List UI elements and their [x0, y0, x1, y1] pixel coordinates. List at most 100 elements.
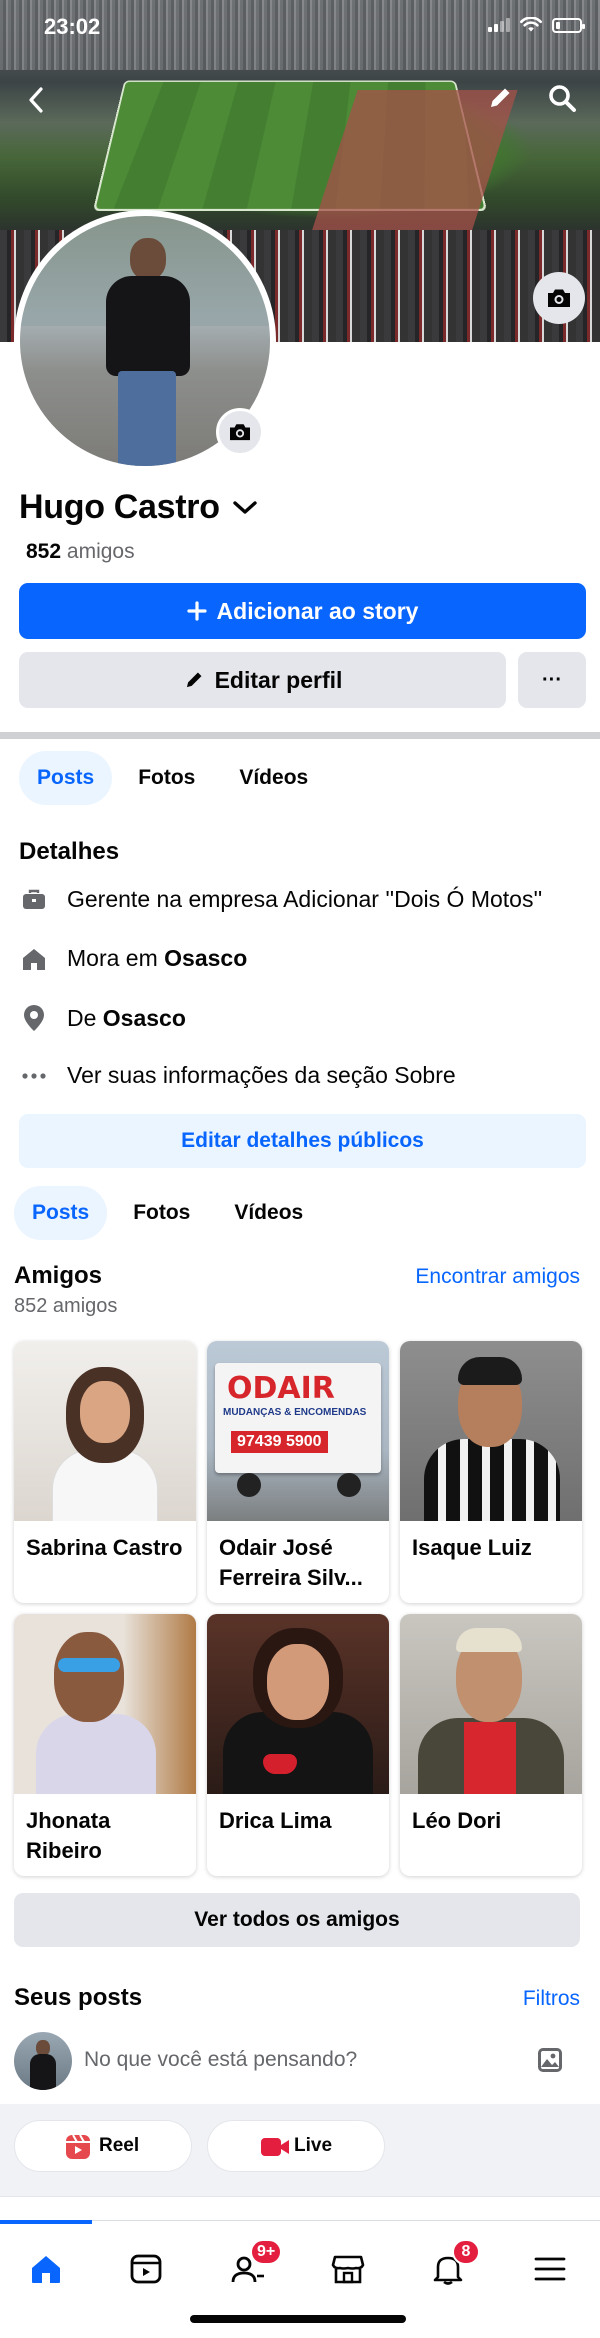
friend-card-jhonata[interactable]: Jhonata Ribeiro — [14, 1614, 196, 1876]
nav-home[interactable] — [16, 2245, 76, 2293]
friend-name: Sabrina Castro — [26, 1535, 183, 1560]
friends-badge: 9+ — [250, 2239, 283, 2265]
composer-avatar[interactable] — [14, 2032, 72, 2090]
friend-name: Odair José Ferreira Silv... — [219, 1535, 363, 1590]
chevron-down-icon — [233, 500, 257, 514]
detail-work-text: Gerente na empresa Adicionar ''Dois Ó Mo… — [67, 886, 543, 912]
live-button[interactable]: Live — [207, 2120, 385, 2172]
composer-input[interactable]: No que você está pensando? — [84, 2048, 357, 2072]
pencil-icon — [491, 88, 510, 107]
friend-photo — [14, 1614, 196, 1794]
house-icon — [19, 946, 49, 972]
live-video-icon — [261, 2138, 289, 2156]
notifications-badge: 8 — [452, 2239, 480, 2265]
detail-from-text: De Osasco — [67, 1004, 186, 1031]
chevron-left-icon — [29, 87, 43, 113]
status-bar: 23:02 — [0, 0, 600, 54]
friend-card-sabrina[interactable]: Sabrina Castro — [14, 1341, 196, 1603]
find-friends-link[interactable]: Encontrar amigos — [415, 1265, 580, 1289]
friend-photo — [14, 1341, 196, 1521]
tab-posts[interactable]: Posts — [19, 751, 113, 805]
reel-label: Reel — [99, 2135, 140, 2156]
tab-videos[interactable]: Vídeos — [221, 751, 326, 805]
reel-button[interactable]: Reel — [14, 2120, 192, 2172]
detail-lives-text: Mora em Osasco — [67, 945, 248, 971]
section-divider — [0, 732, 600, 739]
photo-icon[interactable] — [536, 2046, 564, 2079]
friends-title: Amigos — [14, 1262, 103, 1289]
ellipsis-icon — [19, 1072, 49, 1080]
edit-cover-button[interactable] — [478, 76, 522, 120]
pencil-icon — [186, 672, 202, 688]
tab-photos[interactable]: Fotos — [120, 751, 213, 805]
see-all-friends-button[interactable]: Ver todos os amigos — [14, 1893, 580, 1947]
friends-count-label: amigos — [66, 540, 135, 563]
details-title: Detalhes — [19, 838, 120, 865]
location-pin-icon — [19, 1004, 49, 1032]
nav-notifications[interactable]: 8 — [418, 2239, 480, 2293]
wifi-icon — [520, 17, 542, 32]
friend-card-leo[interactable]: Léo Dori — [400, 1614, 582, 1876]
detail-from: De Osasco — [19, 1004, 186, 1032]
search-button[interactable] — [540, 76, 584, 120]
friend-photo — [207, 1614, 389, 1794]
avatar-camera-button[interactable] — [216, 408, 264, 456]
detail-about-text: Ver suas informações da seção Sobre — [67, 1062, 456, 1088]
profile-name-row[interactable]: Hugo Castro — [19, 488, 258, 527]
marketplace-icon — [331, 2255, 365, 2284]
edit-public-details-button[interactable]: Editar detalhes públicos — [19, 1114, 586, 1168]
friend-card-drica[interactable]: Drica Lima — [207, 1614, 389, 1876]
camera-icon — [230, 424, 250, 441]
more-options-label: ··· — [542, 668, 562, 691]
detail-work: Gerente na empresa Adicionar ''Dois Ó Mo… — [19, 886, 542, 913]
signal-icon — [488, 18, 510, 32]
search-icon — [549, 85, 576, 112]
tab-videos[interactable]: Vídeos — [216, 1186, 321, 1240]
friend-card-isaque[interactable]: Isaque Luiz — [400, 1341, 582, 1603]
edit-profile-button[interactable]: Editar perfil — [19, 652, 506, 708]
friends-section-tabs: Posts Fotos Vídeos — [14, 1186, 321, 1240]
friend-photo: ODAIR MUDANÇAS & ENCOMENDAS 97439 5900 — [207, 1341, 389, 1521]
friend-card-odair[interactable]: ODAIR MUDANÇAS & ENCOMENDAS 97439 5900 O… — [207, 1341, 389, 1603]
reel-icon — [66, 2134, 90, 2159]
nav-menu[interactable] — [520, 2245, 580, 2293]
battery-icon — [552, 17, 585, 33]
friend-name: Jhonata Ribeiro — [26, 1808, 111, 1863]
filters-link[interactable]: Filtros — [523, 1987, 580, 2011]
friend-name: Léo Dori — [412, 1808, 502, 1833]
truck-sign: ODAIR — [227, 1371, 335, 1406]
profile-name: Hugo Castro — [19, 488, 220, 526]
your-posts-title: Seus posts — [14, 1984, 143, 2011]
nav-friends[interactable]: 9+ — [218, 2239, 283, 2293]
briefcase-icon — [19, 888, 49, 912]
cover-camera-button[interactable] — [533, 272, 585, 324]
profile-tabs: Posts Fotos Vídeos — [19, 751, 326, 805]
video-icon — [130, 2254, 162, 2284]
feed-peek — [0, 2196, 600, 2220]
tab-posts[interactable]: Posts — [14, 1186, 108, 1240]
friend-name: Drica Lima — [219, 1808, 332, 1833]
friend-name: Isaque Luiz — [412, 1535, 532, 1560]
camera-icon — [548, 289, 570, 307]
detail-lives: Mora em Osasco — [19, 945, 247, 972]
home-icon — [32, 2256, 60, 2283]
plus-icon — [186, 601, 207, 621]
tab-photos[interactable]: Fotos — [115, 1186, 208, 1240]
friends-count[interactable]: 852 amigos — [26, 540, 135, 564]
more-options-button[interactable]: ··· — [518, 652, 586, 708]
friend-photo — [400, 1614, 582, 1794]
edit-profile-label: Editar perfil — [214, 666, 343, 693]
status-icons — [488, 17, 585, 33]
add-story-label: Adicionar ao story — [216, 597, 419, 624]
truck-phone: 97439 5900 — [231, 1431, 328, 1453]
lives-city: Osasco — [164, 945, 248, 971]
back-button[interactable] — [14, 78, 58, 122]
nav-active-indicator — [0, 2220, 92, 2224]
nav-marketplace[interactable] — [318, 2245, 378, 2293]
nav-video[interactable] — [116, 2245, 176, 2293]
friends-count-number: 852 — [26, 540, 62, 563]
menu-icon — [534, 2257, 566, 2281]
friends-count-text: 852 amigos — [14, 1295, 118, 1317]
detail-about[interactable]: Ver suas informações da seção Sobre — [19, 1062, 456, 1089]
add-story-button[interactable]: Adicionar ao story — [19, 583, 586, 639]
